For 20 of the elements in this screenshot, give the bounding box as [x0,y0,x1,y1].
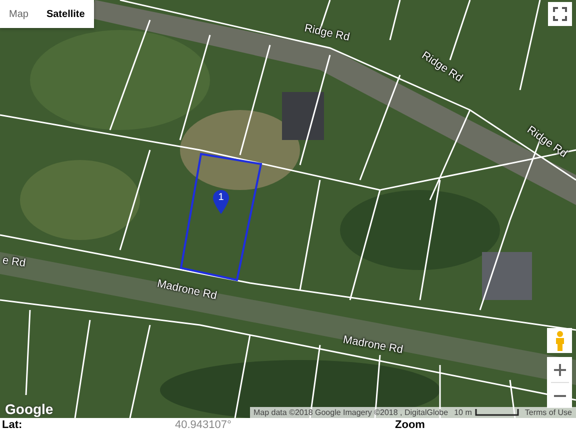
latitude-label: Lat: [2,419,24,431]
zoom-label: Zoom [395,419,425,431]
map-type-tab[interactable]: Map [0,0,38,28]
minus-icon [554,394,566,398]
plus-icon [554,364,566,376]
map-attribution: Map data ©2018 Google Imagery ©2018 , DigitalGlobe [254,408,448,417]
latitude-value: 40.943107° [175,419,232,431]
map-marker[interactable]: 1 [213,190,229,214]
road-label: Madrone Rd [342,334,404,356]
terms-link[interactable]: Terms of Use [524,408,572,417]
fullscreen-button[interactable] [548,2,572,26]
road-label: Ridge Rd [303,22,351,44]
scale-bar-icon [474,409,519,416]
pegman-icon [554,330,566,350]
google-logo: Google [5,401,54,417]
scale-label: 10 m [454,408,472,417]
road-label: Madrone Rd [156,278,218,302]
road-label: e Rd [2,254,26,270]
fullscreen-icon [553,7,567,21]
map-type-tab[interactable]: Satellite [37,0,94,28]
